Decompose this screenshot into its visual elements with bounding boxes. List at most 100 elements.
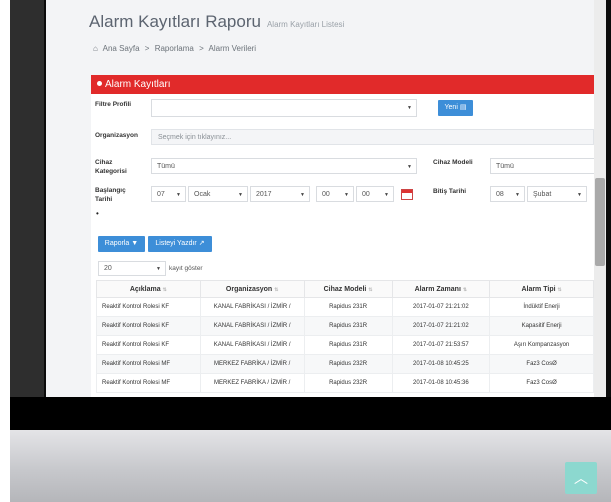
cell-device-model: Rapidus 232R xyxy=(303,354,393,374)
start-hour-select[interactable]: 00 ▼ xyxy=(316,186,354,202)
cell-device-model: Rapidus 231R xyxy=(303,297,393,317)
sort-icon: ⇅ xyxy=(557,286,562,293)
cell-description: Reaktif Kontrol Rolesi MF xyxy=(96,373,201,393)
cell-device-model: Rapidus 231R xyxy=(303,335,393,355)
filter-profile-select[interactable]: ▼ xyxy=(151,99,417,117)
table-row[interactable]: Reaktif Kontrol Rolesi MF MERKEZ FABRİKA… xyxy=(96,373,594,393)
cell-alarm-time: 2017-01-08 10:45:25 xyxy=(391,354,491,374)
page-title: Alarm Kayıtları Raporu Alarm Kayıtları Li… xyxy=(89,12,344,32)
column-organization[interactable]: Organizasyon ⇅ xyxy=(199,280,305,298)
end-month-select[interactable]: Şubat ▼ xyxy=(527,186,587,202)
vertical-scrollbar[interactable] xyxy=(594,0,606,397)
monitor-edge xyxy=(10,0,44,400)
table-row[interactable]: Reaktif Kontrol Rolesi KF KANAL FABRİKAS… xyxy=(96,335,594,355)
table-row[interactable]: Reaktif Kontrol Rolesi KF KANAL FABRİKAS… xyxy=(96,297,594,317)
cell-description: Reaktif Kontrol Rolesi KF xyxy=(96,297,201,317)
column-alarm-time[interactable]: Alarm Zamanı ⇅ xyxy=(391,280,491,298)
cell-description: Reaktif Kontrol Rolesi KF xyxy=(96,335,201,355)
cell-description: Reaktif Kontrol Rolesi MF xyxy=(96,354,201,374)
caret-down-icon: ▼ xyxy=(300,192,305,198)
cell-organization: KANAL FABRİKASI / İZMİR / xyxy=(199,335,305,355)
panel-title: Alarm Kayıtları xyxy=(105,79,171,90)
home-icon: ⌂ xyxy=(93,44,98,53)
page-subtitle: Alarm Kayıtları Listesi xyxy=(266,20,345,29)
start-minute-value: 00 xyxy=(362,191,370,198)
end-date-label: Bitiş Tarihi xyxy=(433,188,467,195)
screen: Alarm Kayıtları Raporu Alarm Kayıtları Li… xyxy=(46,0,606,397)
start-minute-select[interactable]: 00 ▼ xyxy=(356,186,394,202)
caret-down-icon: ▼ xyxy=(344,192,349,198)
column-description[interactable]: Açıklama ⇅ xyxy=(96,280,201,298)
page-header: Alarm Kayıtları Raporu Alarm Kayıtları Li… xyxy=(46,0,594,68)
sort-icon: ⇅ xyxy=(462,286,468,293)
monitor-bottom-bezel xyxy=(10,397,611,430)
caret-down-icon: ▼ xyxy=(384,192,389,198)
cell-alarm-time: 2017-01-07 21:21:02 xyxy=(391,297,491,317)
breadcrumb-sep: > xyxy=(199,44,204,53)
new-button[interactable]: Yeni ▤ xyxy=(438,100,473,116)
start-year-select[interactable]: 2017 ▼ xyxy=(250,186,310,202)
sort-icon: ⇅ xyxy=(368,286,373,293)
alarm-records-panel: Alarm Kayıtları Filtre Profili ▼ Yeni ▤ … xyxy=(91,75,594,397)
print-button-label: Listeyi Yazdır xyxy=(155,240,197,247)
scroll-top-button[interactable]: ︿ xyxy=(565,462,597,494)
device-category-label: Cihaz Kategorisi xyxy=(95,159,127,175)
cell-alarm-type: Faz3 CosØ xyxy=(489,373,594,393)
device-model-value: Tümü xyxy=(496,163,514,170)
scrollbar-thumb[interactable] xyxy=(595,178,605,266)
breadcrumb-home[interactable]: Ana Sayfa xyxy=(103,44,140,53)
column-alarm-type[interactable]: Alarm Tipi ⇅ xyxy=(489,280,594,298)
start-month-value: Ocak xyxy=(194,191,211,198)
new-button-label: Yeni xyxy=(444,104,458,111)
column-label: Alarm Tipi xyxy=(521,285,556,293)
cell-organization: KANAL FABRİKASI / İZMİR / xyxy=(199,297,305,317)
column-label: Organizasyon xyxy=(225,285,273,293)
device-category-select[interactable]: Tümü ▼ xyxy=(151,158,417,174)
start-day-select[interactable]: 07 ▼ xyxy=(151,186,186,202)
cell-alarm-time: 2017-01-08 10:45:36 xyxy=(391,373,491,393)
caret-down-icon: ▼ xyxy=(156,266,161,272)
start-hour-value: 00 xyxy=(322,191,330,198)
device-category-value: Tümü xyxy=(157,163,175,170)
end-day-value: 08 xyxy=(496,191,504,198)
caret-down-icon: ▼ xyxy=(407,164,412,170)
breadcrumb-alarm-data: Alarm Verileri xyxy=(208,44,257,53)
report-button[interactable]: Raporla ▼ xyxy=(98,236,145,252)
alarm-table: Açıklama ⇅ Organizasyon ⇅ Cihaz Modeli ⇅ Al… xyxy=(96,280,594,393)
caret-down-icon: ▼ xyxy=(515,192,520,198)
page-size-label: kayıt göster xyxy=(169,265,203,272)
breadcrumb-reporting[interactable]: Raporlama xyxy=(155,44,194,53)
column-device-model[interactable]: Cihaz Modeli ⇅ xyxy=(303,280,393,298)
page-size-select[interactable]: 20 ▼ xyxy=(98,261,166,276)
required-bullet: • xyxy=(96,209,99,218)
column-label: Alarm Zamanı xyxy=(414,285,461,293)
cell-alarm-type: Kapasitif Enerji xyxy=(489,316,594,336)
organization-label: Organizasyon xyxy=(95,132,138,139)
cell-device-model: Rapidus 231R xyxy=(303,316,393,336)
cell-alarm-time: 2017-01-07 21:53:57 xyxy=(391,335,491,355)
caret-down-icon: ▼ xyxy=(577,192,582,198)
organization-input[interactable]: Seçmek için tıklayınız... xyxy=(151,129,594,145)
breadcrumb: ⌂ Ana Sayfa > Raporlama > Alarm Verileri xyxy=(93,44,259,53)
cell-device-model: Rapidus 232R xyxy=(303,373,393,393)
panel-header: Alarm Kayıtları xyxy=(91,75,594,94)
cell-organization: MERKEZ FABRİKA / İZMİR / xyxy=(199,354,305,374)
end-day-select[interactable]: 08 ▼ xyxy=(490,186,525,202)
start-month-select[interactable]: Ocak ▼ xyxy=(188,186,248,202)
report-button-label: Raporla xyxy=(104,240,130,247)
start-day-value: 07 xyxy=(157,191,165,198)
page-title-text: Alarm Kayıtları Raporu xyxy=(89,12,261,31)
page-size-value: 20 xyxy=(104,265,112,272)
table-row[interactable]: Reaktif Kontrol Rolesi MF MERKEZ FABRİKA… xyxy=(96,354,594,374)
cell-alarm-time: 2017-01-07 21:21:02 xyxy=(391,316,491,336)
cell-organization: KANAL FABRİKASI / İZMİR / xyxy=(199,316,305,336)
end-month-value: Şubat xyxy=(533,191,552,198)
table-header-row: Açıklama ⇅ Organizasyon ⇅ Cihaz Modeli ⇅ Al… xyxy=(96,280,594,298)
caret-down-icon: ▼ xyxy=(238,192,243,198)
print-list-button[interactable]: Listeyi Yazdır ↗ xyxy=(148,236,212,252)
device-model-select[interactable]: Tümü xyxy=(490,158,594,174)
external-link-icon: ↗ xyxy=(198,240,205,247)
start-date-label: Başlangıç Tarihi xyxy=(95,187,126,203)
calendar-icon[interactable] xyxy=(401,189,413,200)
table-row[interactable]: Reaktif Kontrol Rolesi KF KANAL FABRİKAS… xyxy=(96,316,594,336)
